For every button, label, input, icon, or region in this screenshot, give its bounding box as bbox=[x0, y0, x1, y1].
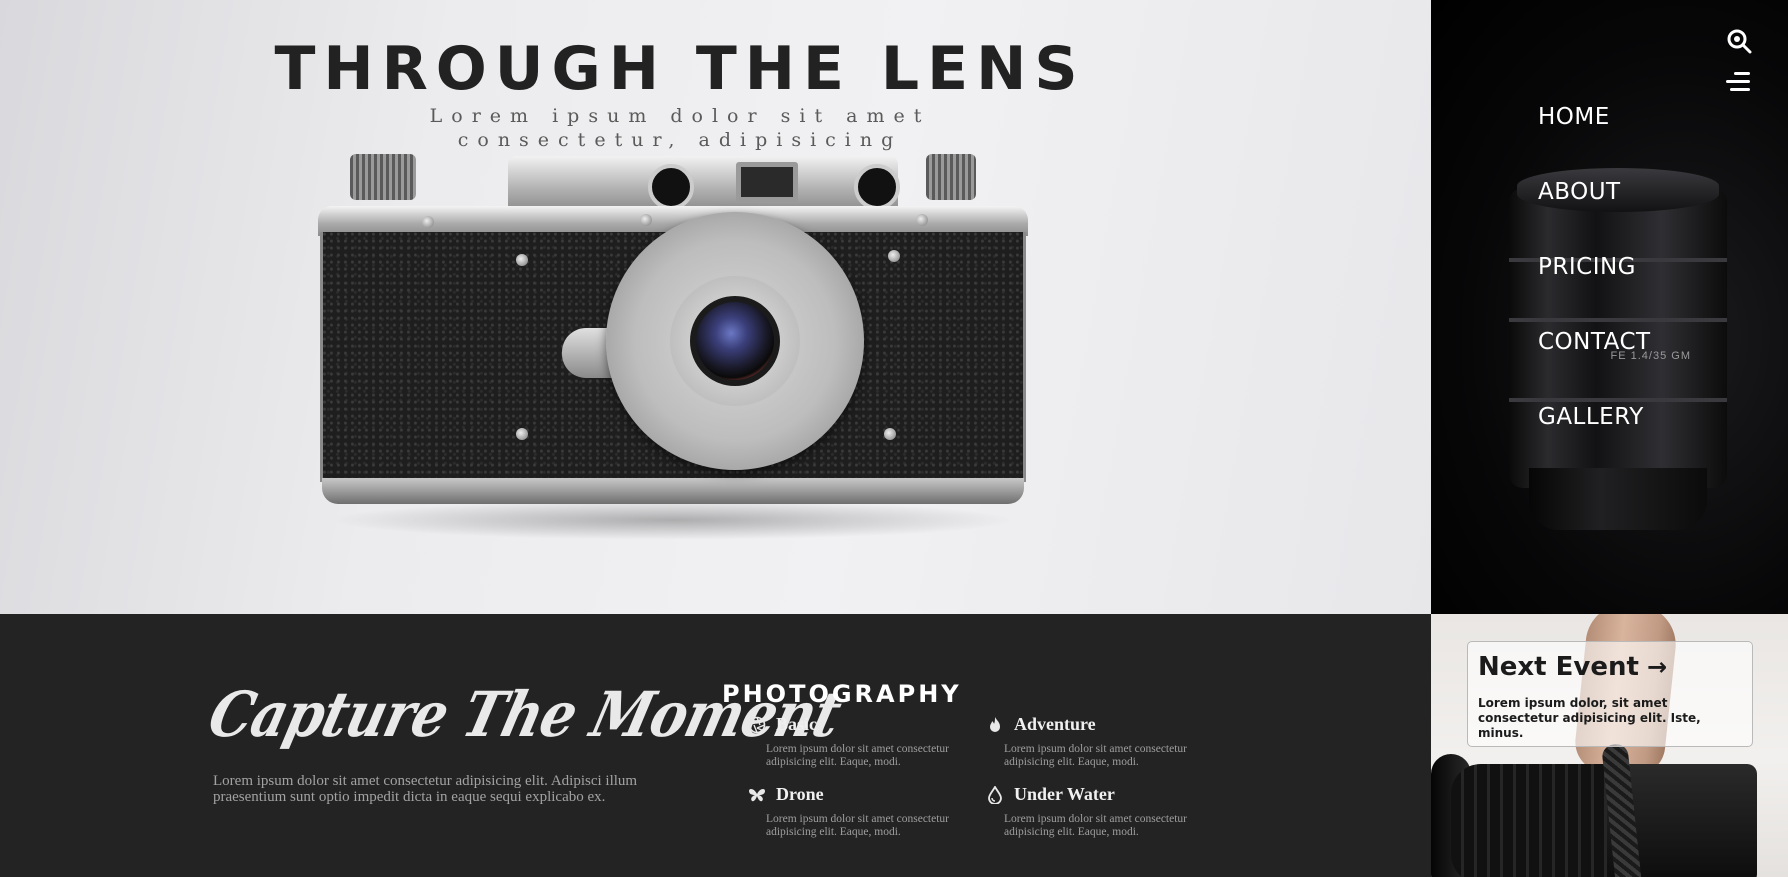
hero-subtitle: Lorem ipsum dolor sit amet consectetur, … bbox=[429, 105, 931, 151]
service-desc: Lorem ipsum dolor sit amet consectetur a… bbox=[1004, 813, 1187, 838]
event-text: Lorem ipsum dolor, sit amet consectetur … bbox=[1478, 696, 1701, 740]
lens-glass bbox=[690, 296, 780, 386]
aperture-icon bbox=[748, 716, 766, 733]
service-name: Adventure bbox=[1014, 714, 1096, 734]
event-title: Next Event bbox=[1478, 652, 1639, 682]
service-name: Drone bbox=[776, 784, 824, 804]
vintage-camera-image bbox=[318, 142, 1028, 540]
service-desc: Lorem ipsum dolor sit amet consectetur a… bbox=[766, 813, 949, 838]
search-icon[interactable] bbox=[1726, 28, 1752, 54]
service-basic: Basic Lorem ipsum dolor sit amet consect… bbox=[722, 714, 952, 769]
side-navigation: FE 1.4/35 GM HOME ABOUT PRICING CONTACT … bbox=[1431, 0, 1788, 614]
main-nav: HOME ABOUT PRICING CONTACT GALLERY bbox=[1538, 104, 1651, 479]
nav-item-contact[interactable]: CONTACT bbox=[1538, 329, 1651, 404]
fire-icon bbox=[990, 716, 1000, 732]
hero-title: THROUGH THE LENS bbox=[274, 34, 1086, 104]
nav-item-gallery[interactable]: GALLERY bbox=[1538, 404, 1651, 479]
service-underwater: Under Water Lorem ipsum dolor sit amet c… bbox=[960, 784, 1190, 839]
service-name: Under Water bbox=[1014, 784, 1115, 804]
hero-section: THROUGH THE LENS Lorem ipsum dolor sit a… bbox=[0, 0, 1431, 614]
service-name: Basic bbox=[776, 714, 818, 734]
rewind-knob bbox=[350, 154, 416, 200]
next-event-card[interactable]: Next Event → Lorem ipsum dolor, sit amet… bbox=[1467, 641, 1753, 747]
shutter-knob bbox=[926, 154, 976, 200]
butterfly-icon bbox=[749, 788, 765, 801]
menu-icon[interactable] bbox=[1726, 72, 1750, 94]
service-desc: Lorem ipsum dolor sit amet consectetur a… bbox=[1004, 743, 1187, 768]
water-drop-icon bbox=[988, 785, 1002, 804]
nav-item-pricing[interactable]: PRICING bbox=[1538, 254, 1651, 329]
photography-title: PHOTOGRAPHY bbox=[722, 680, 962, 708]
capture-text: Lorem ipsum dolor sit amet consectetur a… bbox=[213, 773, 638, 805]
nav-item-home[interactable]: HOME bbox=[1538, 104, 1651, 179]
event-panel: Next Event → Lorem ipsum dolor, sit amet… bbox=[1431, 614, 1788, 877]
arrow-right-icon[interactable]: → bbox=[1647, 653, 1667, 681]
features-section: Capture The Moment Lorem ipsum dolor sit… bbox=[0, 614, 1431, 877]
service-adventure: Adventure Lorem ipsum dolor sit amet con… bbox=[960, 714, 1190, 769]
service-drone: Drone Lorem ipsum dolor sit amet consect… bbox=[722, 784, 952, 839]
service-desc: Lorem ipsum dolor sit amet consectetur a… bbox=[766, 743, 949, 768]
nav-item-about[interactable]: ABOUT bbox=[1538, 179, 1651, 254]
